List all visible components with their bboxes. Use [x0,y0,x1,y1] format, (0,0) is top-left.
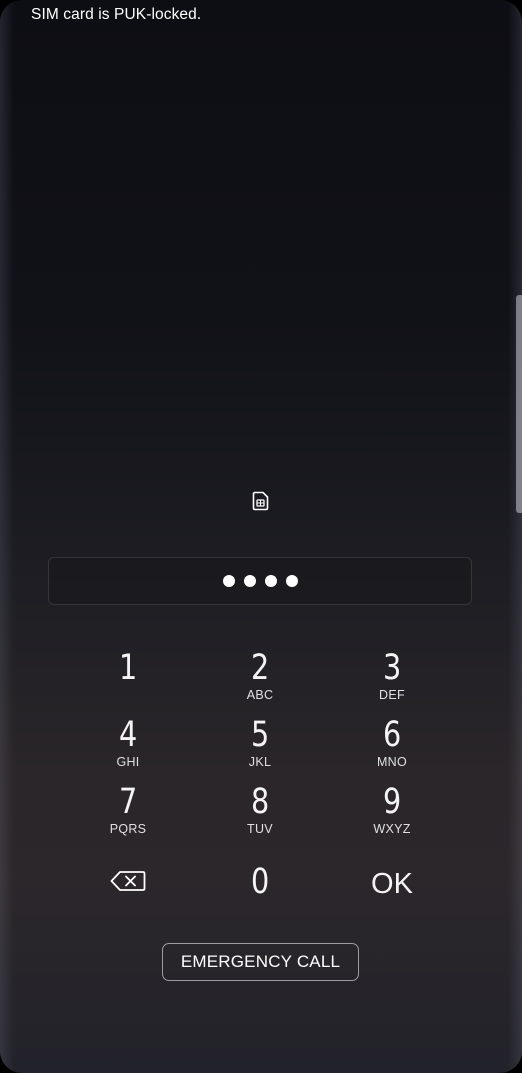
key-letters: TUV [247,822,273,836]
key-digit: 7 [118,782,138,822]
key-digit: 5 [250,715,270,755]
edge-panel-handle[interactable] [516,295,522,513]
sim-status-message: SIM card is PUK-locked. [31,6,202,23]
key-1[interactable]: 1 [62,648,194,714]
screen-edge-left [0,0,14,1073]
key-digit: 9 [382,782,402,822]
key-letters: JKL [248,755,272,769]
key-digit: 3 [382,648,402,688]
lock-screen: SIM card is PUK-locked. 1 2 ABC 3 DEF 4 … [0,0,522,1073]
key-letters: PQRS [109,822,147,836]
key-4[interactable]: 4 GHI [62,715,194,781]
emergency-call-button[interactable]: EMERGENCY CALL [162,943,359,981]
key-6[interactable]: 6 MNO [326,715,458,781]
key-digit: 2 [250,648,270,688]
key-digit: 4 [118,715,138,755]
key-letters: DEF [379,688,405,702]
pin-dot [285,575,298,587]
ok-button[interactable]: OK [326,864,458,930]
key-letters: MNO [376,755,408,769]
key-7[interactable]: 7 PQRS [62,782,194,848]
key-0[interactable]: 0 [194,862,326,928]
ok-label: OK [371,868,413,900]
key-8[interactable]: 8 TUV [194,782,326,848]
sim-card-icon [252,491,269,511]
key-digit: 1 [118,648,138,688]
pin-dot [222,575,235,587]
key-3[interactable]: 3 DEF [326,648,458,714]
pin-dot [243,575,256,587]
key-9[interactable]: 9 WXYZ [326,782,458,848]
backspace-button[interactable] [62,848,194,914]
key-digit: 8 [250,782,270,822]
key-letters: ABC [246,688,274,702]
backspace-icon [110,871,146,891]
key-letters: WXYZ [373,822,411,836]
key-digit: 6 [382,715,402,755]
puk-input-field[interactable] [48,557,472,605]
key-letters: GHI [116,755,140,769]
key-2[interactable]: 2 ABC [194,648,326,714]
pin-dot [264,575,277,587]
key-digit: 0 [250,862,270,902]
key-5[interactable]: 5 JKL [194,715,326,781]
screen-edge-right [508,0,522,1073]
